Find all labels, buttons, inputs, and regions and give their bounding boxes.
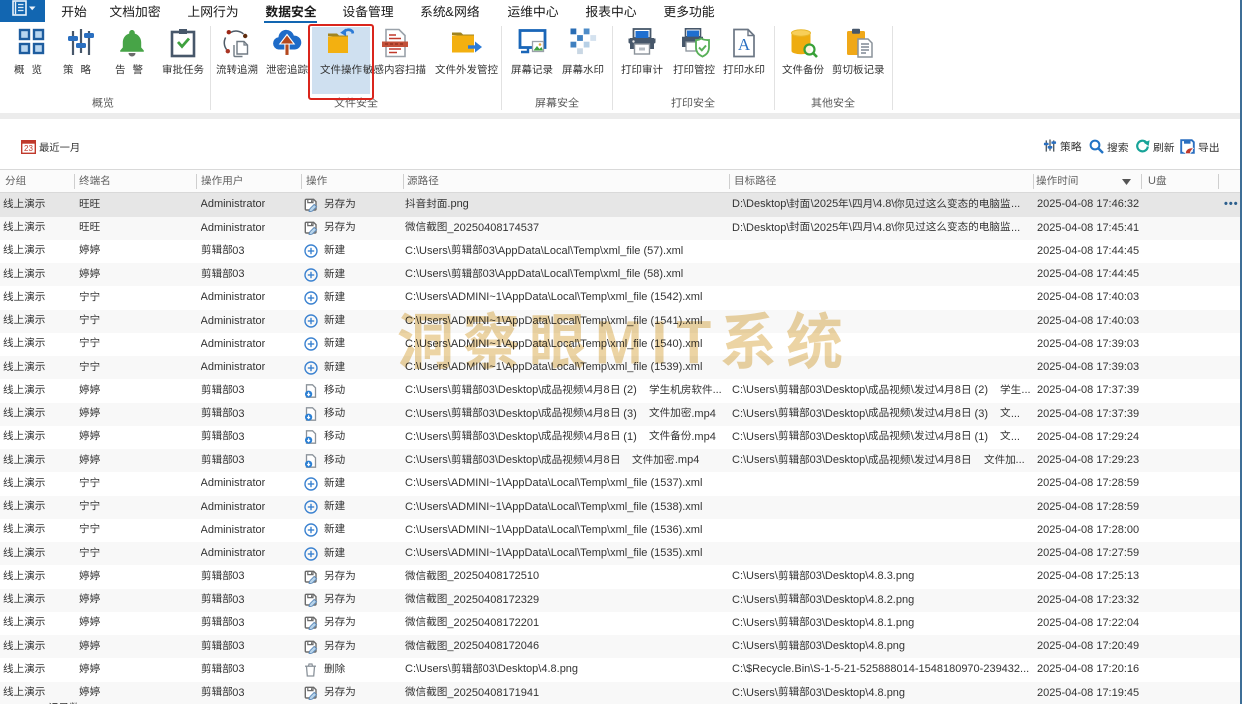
svg-text:A: A [738, 35, 751, 54]
svg-text:23: 23 [24, 144, 33, 153]
